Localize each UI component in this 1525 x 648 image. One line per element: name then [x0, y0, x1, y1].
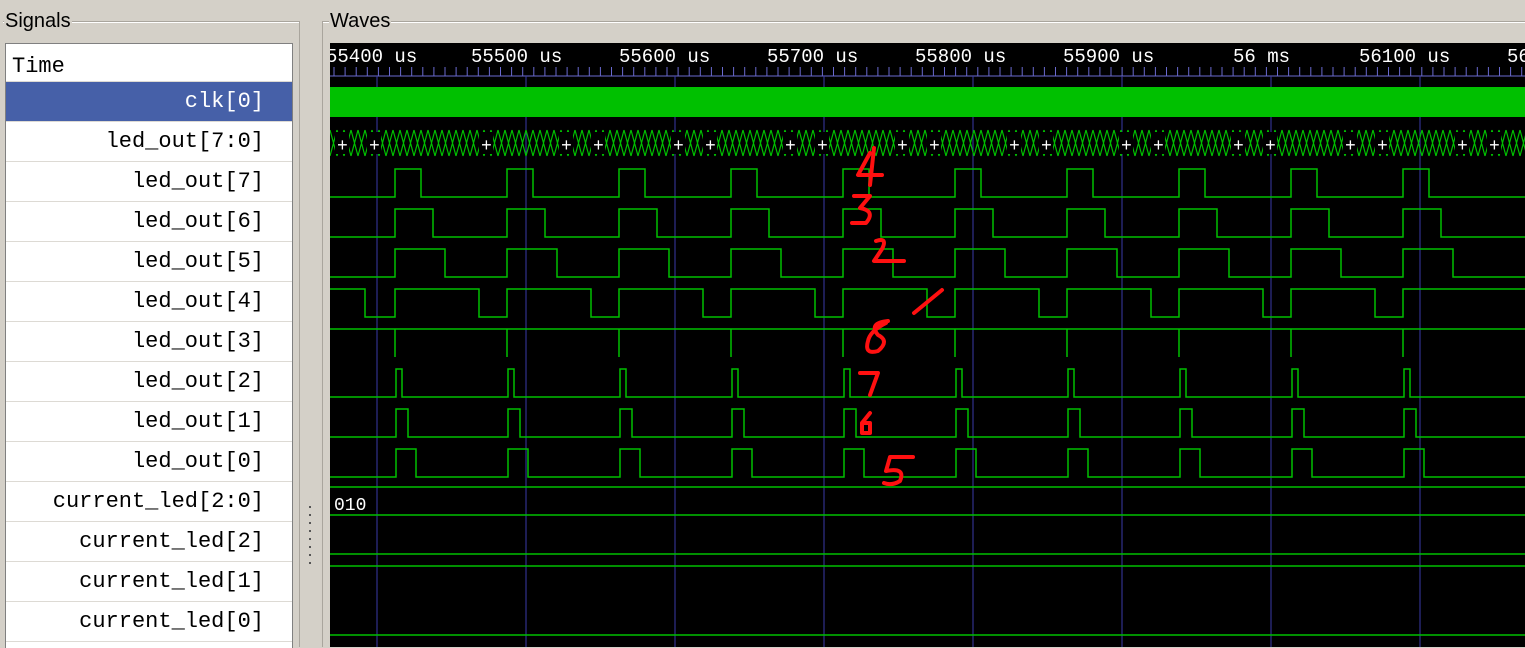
signal-label: led_out[4] — [131, 289, 264, 314]
signal-row-current-led-0[interactable]: current_led[0] — [6, 602, 292, 642]
waves-canvas[interactable]: 55400 us 55500 us 55600 us 55700 us 55800 us… — [330, 43, 1525, 647]
signal-row-clk[interactable]: clk[0] — [6, 82, 292, 122]
bus-plus-marker: + — [1233, 137, 1244, 157]
signals-pane-title: Signals — [4, 10, 72, 32]
bus-plus-marker: + — [897, 137, 908, 157]
signal-label: current_led[2] — [79, 529, 264, 554]
bus-plus-marker: + — [673, 137, 684, 157]
signal-label: current_led[0] — [79, 609, 264, 634]
led-out-5-waveform — [330, 248, 1525, 278]
signal-label: led_out[3] — [131, 329, 264, 354]
signal-row-led-out-3[interactable]: led_out[3] — [6, 322, 292, 362]
signal-label: led_out[7] — [131, 169, 264, 194]
time-axis-label: 55700 us — [767, 46, 858, 68]
signal-row-led-out-7[interactable]: led_out[7] — [6, 162, 292, 202]
handwritten-annotation-8 — [882, 455, 915, 487]
time-axis-label: 55800 us — [915, 46, 1006, 68]
signal-label: led_out[7:0] — [105, 129, 264, 154]
bus-plus-marker: + — [705, 137, 716, 157]
time-header-row[interactable]: Time — [6, 44, 292, 82]
led-out-1-waveform — [330, 408, 1525, 438]
signal-row-current-led-1[interactable]: current_led[1] — [6, 562, 292, 602]
signal-row-led-out-1[interactable]: led_out[1] — [6, 402, 292, 442]
bus-plus-marker: + — [1041, 137, 1052, 157]
signal-row-led-out-4[interactable]: led_out[4] — [6, 282, 292, 322]
led-out-0-waveform — [330, 448, 1525, 478]
signal-row-led-out-6[interactable]: led_out[6] — [6, 202, 292, 242]
led-out-6-waveform — [330, 208, 1525, 238]
signal-row-led-out-bus[interactable]: led_out[7:0] — [6, 122, 292, 162]
time-axis-label: 55400 us — [330, 46, 417, 68]
handwritten-annotation-4 — [912, 288, 944, 315]
bus-plus-marker: + — [1489, 137, 1500, 157]
signal-label: led_out[5] — [131, 249, 264, 274]
time-axis-label: 55900 us — [1063, 46, 1154, 68]
bus-plus-marker: + — [1009, 137, 1020, 157]
bus-plus-marker: + — [481, 137, 492, 157]
time-axis-label: 56 ms — [1233, 46, 1290, 68]
current-led-bus-waveform — [330, 486, 1525, 516]
signal-label: led_out[0] — [131, 449, 264, 474]
waveform-display[interactable]: 55400 us 55500 us 55600 us 55700 us 55800 us… — [330, 43, 1525, 647]
signal-row-led-out-2[interactable]: led_out[2] — [6, 362, 292, 402]
bus-plus-marker: + — [1121, 137, 1132, 157]
led-out-2-waveform — [330, 368, 1525, 398]
handwritten-annotation-5 — [865, 319, 890, 354]
bus-plus-marker: + — [561, 137, 572, 157]
bus-plus-marker: + — [817, 137, 828, 157]
signal-row-led-out-5[interactable]: led_out[5] — [6, 242, 292, 282]
signal-label: clk[0] — [184, 89, 264, 114]
bus-plus-marker: + — [337, 137, 348, 157]
bus-plus-marker: + — [369, 137, 380, 157]
clk-waveform — [330, 87, 1525, 117]
signal-row-current-led-2[interactable]: current_led[2] — [6, 522, 292, 562]
time-axis-label: 55500 us — [471, 46, 562, 68]
signals-frame-right — [299, 21, 300, 647]
led-out-7-waveform — [330, 168, 1525, 198]
waves-frame-left — [322, 21, 323, 647]
signal-row-current-led-bus[interactable]: current_led[2:0] — [6, 482, 292, 522]
signal-label: led_out[6] — [131, 209, 264, 234]
signal-row-led-out-0[interactable]: led_out[0] — [6, 442, 292, 482]
bus-plus-marker: + — [1265, 137, 1276, 157]
bus-plus-marker: + — [1457, 137, 1468, 157]
waves-frame-top-hi — [322, 22, 1525, 23]
handwritten-annotation-7 — [860, 411, 872, 435]
bus-plus-marker: + — [929, 137, 940, 157]
bus-plus-marker: + — [785, 137, 796, 157]
led-out-3-waveform — [330, 328, 1525, 357]
time-axis-label: 56200 us — [1507, 46, 1525, 68]
signal-label: current_led[1] — [79, 569, 264, 594]
time-axis-label: 55600 us — [619, 46, 710, 68]
bus-plus-marker: + — [1153, 137, 1164, 157]
handwritten-annotation-6 — [858, 371, 880, 397]
signal-label: current_led[2:0] — [52, 489, 264, 514]
time-axis-label: 56100 us — [1359, 46, 1450, 68]
signal-label: led_out[1] — [131, 409, 264, 434]
time-header-label: Time — [12, 54, 65, 79]
waves-pane-title: Waves — [329, 10, 392, 32]
bus-plus-marker: + — [1377, 137, 1388, 157]
handwritten-annotation-3 — [872, 238, 906, 263]
pane-splitter-handle[interactable] — [306, 500, 314, 575]
signals-list[interactable]: Time clk[0] led_out[7:0] led_out[7] led_… — [5, 43, 293, 648]
bus-plus-marker: + — [1345, 137, 1356, 157]
current-led-bus-value: 010 — [334, 496, 366, 516]
signal-label: led_out[2] — [131, 369, 264, 394]
bus-plus-marker: + — [593, 137, 604, 157]
